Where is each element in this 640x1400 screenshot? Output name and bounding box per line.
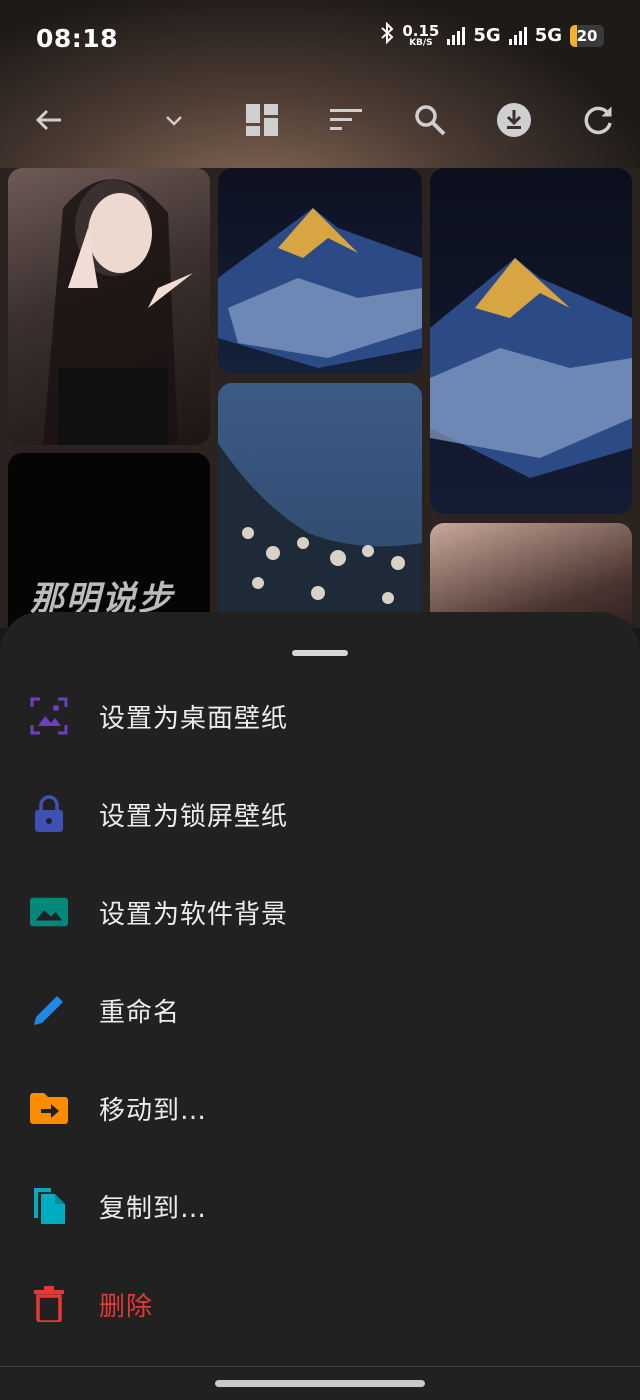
wallpaper-thumbnail-text[interactable]: 那明说步 bbox=[8, 453, 210, 628]
sort-icon[interactable] bbox=[316, 90, 376, 150]
bottom-sheet-menu: 设置为桌面壁纸 设置为锁屏壁纸 设置为软件背景 重命名 移动到… 复制到… 删除 bbox=[0, 612, 640, 1400]
menu-item-label: 移动到… bbox=[99, 1095, 208, 1126]
wallpaper-thumbnail-mountain[interactable] bbox=[430, 168, 632, 514]
net-speed-value: 0.15 bbox=[402, 21, 440, 40]
wallpaper-thumbnail-blossom[interactable] bbox=[218, 383, 422, 628]
download-icon[interactable] bbox=[484, 90, 544, 150]
net-speed: 0.15 KB/S bbox=[402, 21, 440, 48]
lock-icon bbox=[30, 795, 68, 833]
toolbar bbox=[0, 90, 640, 150]
menu-item-set-lock-wallpaper[interactable]: 设置为锁屏壁纸 bbox=[0, 765, 640, 863]
status-icons: 0.15 KB/S 5G 5G 20 bbox=[380, 21, 604, 49]
menu-item-delete[interactable]: 删除 bbox=[0, 1255, 640, 1353]
network-type-2: 5G bbox=[534, 25, 562, 46]
menu-item-label: 复制到… bbox=[99, 1193, 208, 1224]
menu-item-label: 设置为锁屏壁纸 bbox=[99, 801, 289, 832]
wallpaper-thumbnail-portrait[interactable] bbox=[8, 168, 210, 445]
wallpaper-icon bbox=[30, 697, 68, 735]
menu-item-label: 设置为软件背景 bbox=[99, 899, 289, 930]
refresh-icon[interactable] bbox=[568, 90, 628, 150]
battery-level: 20 bbox=[576, 26, 598, 45]
sheet-drag-handle[interactable] bbox=[292, 650, 348, 656]
menu-item-copy-to[interactable]: 复制到… bbox=[0, 1157, 640, 1255]
trash-icon bbox=[30, 1285, 68, 1323]
dropdown-chevron-icon[interactable] bbox=[144, 90, 204, 150]
menu-item-rename[interactable]: 重命名 bbox=[0, 961, 640, 1059]
wallpaper-thumbnail-mountain[interactable] bbox=[218, 168, 422, 374]
folder-move-icon bbox=[30, 1089, 68, 1127]
menu-item-label: 设置为桌面壁纸 bbox=[99, 703, 289, 734]
nav-divider bbox=[0, 1366, 640, 1367]
search-icon[interactable] bbox=[400, 90, 460, 150]
signal-icon bbox=[508, 26, 527, 45]
status-time: 08:18 bbox=[36, 24, 119, 53]
image-icon bbox=[30, 893, 68, 931]
bluetooth-icon bbox=[380, 21, 394, 49]
network-type-1: 5G bbox=[473, 25, 501, 46]
back-arrow-icon[interactable] bbox=[19, 90, 79, 150]
dashboard-layout-icon[interactable] bbox=[232, 90, 292, 150]
status-bar: 08:18 0.15 KB/S 5G 5G 20 bbox=[0, 0, 640, 80]
menu-item-move-to[interactable]: 移动到… bbox=[0, 1059, 640, 1157]
copy-icon bbox=[30, 1187, 68, 1225]
wallpaper-grid: 那明说步 bbox=[0, 168, 640, 628]
menu-item-set-home-wallpaper[interactable]: 设置为桌面壁纸 bbox=[0, 667, 640, 765]
menu-item-label: 重命名 bbox=[99, 997, 181, 1028]
battery-icon: 20 bbox=[570, 24, 604, 47]
net-speed-unit: KB/S bbox=[409, 37, 433, 48]
menu-item-label: 删除 bbox=[99, 1291, 154, 1322]
gesture-nav-bar[interactable] bbox=[215, 1380, 425, 1387]
signal-icon bbox=[447, 26, 466, 45]
pencil-icon bbox=[30, 991, 68, 1029]
menu-item-set-app-background[interactable]: 设置为软件背景 bbox=[0, 863, 640, 961]
